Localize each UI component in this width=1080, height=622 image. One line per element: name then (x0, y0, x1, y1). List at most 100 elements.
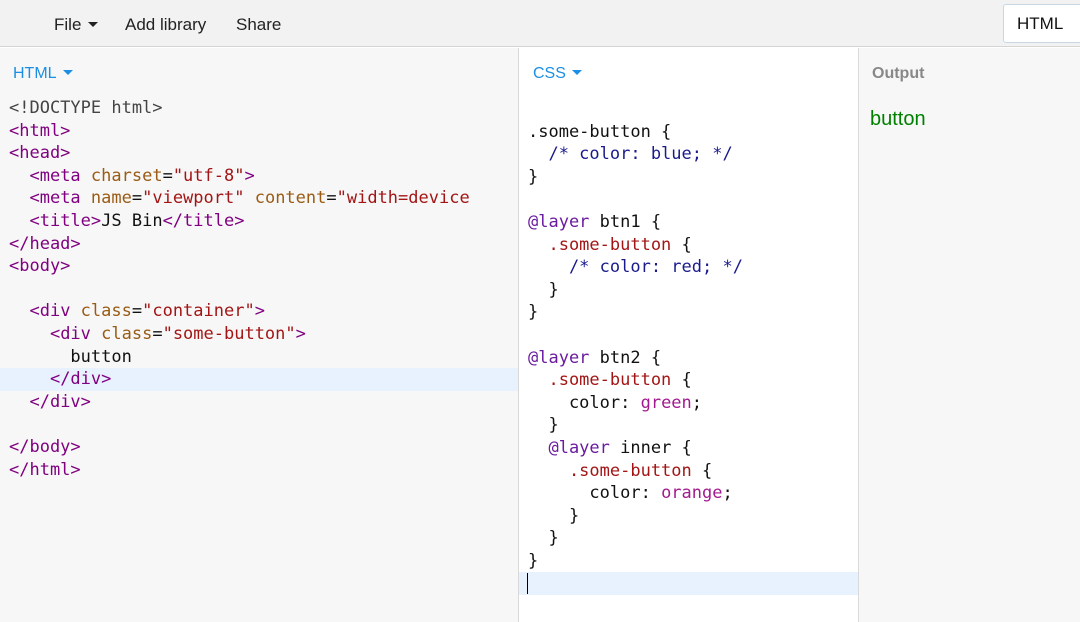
code-line[interactable]: .some-button { (519, 234, 858, 257)
share-button[interactable]: Share (236, 0, 281, 47)
code-line[interactable]: @layer btn1 { (519, 211, 858, 234)
code-line[interactable]: </head> (0, 233, 518, 256)
code-line[interactable]: } (519, 414, 858, 437)
code-token: .some-button (528, 460, 692, 481)
panel-toggle-html[interactable]: HTML (1003, 4, 1080, 43)
code-token: btn2 { (589, 347, 662, 368)
code-token: </title> (162, 210, 245, 231)
html-code-editor[interactable]: <!DOCTYPE html> <html> <head> <meta charse… (0, 97, 518, 481)
code-line[interactable]: color: green; (519, 392, 858, 415)
code-line[interactable]: .some-button { (519, 121, 858, 144)
code-token: { (671, 370, 692, 391)
code-token: } (528, 279, 559, 300)
code-line[interactable]: </body> (0, 436, 518, 459)
toolbar: File Add library Share HTML (0, 0, 1080, 47)
css-panel-label: CSS (533, 65, 566, 82)
css-panel-menu[interactable]: CSS (533, 65, 582, 83)
code-line[interactable]: <body> (0, 255, 518, 278)
code-token: @layer (528, 211, 590, 232)
code-token: <div (49, 323, 102, 344)
code-token: } (528, 505, 580, 526)
code-line[interactable]: </div> (0, 368, 518, 391)
code-token: JS Bin (101, 210, 163, 231)
code-line[interactable] (0, 413, 518, 436)
html-panel: HTML <!DOCTYPE html> <html> <head> <meta c… (0, 48, 519, 622)
code-line[interactable]: </div> (0, 391, 518, 414)
chevron-down-icon (88, 22, 99, 28)
code-line[interactable]: } (519, 166, 858, 189)
output-panel: Output button (859, 48, 1080, 622)
code-token: { (671, 234, 692, 255)
code-line[interactable]: @layer btn2 { (519, 347, 858, 370)
chevron-down-icon (62, 70, 73, 76)
code-line[interactable]: @layer inner { (519, 437, 858, 460)
code-token: "width=device (336, 188, 470, 209)
file-menu[interactable]: File (54, 0, 99, 47)
code-token: "some-button" (162, 323, 296, 344)
add-library-button[interactable]: Add library (125, 0, 206, 47)
css-panel: CSS .some-button { /* color: blue; */} @l… (519, 48, 859, 622)
code-line[interactable]: color: orange; (519, 482, 858, 505)
code-token: ; (691, 392, 703, 413)
code-token: orange (661, 483, 723, 504)
code-token: "container" (142, 301, 255, 322)
code-token: <html> (9, 120, 71, 141)
code-line[interactable]: .some-button { (519, 460, 858, 483)
code-line[interactable]: <meta name="viewport" content="width=dev… (0, 187, 518, 210)
css-code-editor[interactable]: .some-button { /* color: blue; */} @layer… (519, 98, 858, 596)
code-token: class (101, 323, 153, 344)
code-token: color: (528, 392, 641, 413)
code-token: } (528, 528, 559, 549)
code-line[interactable]: <div class="container"> (0, 300, 518, 323)
code-token: > (254, 301, 265, 322)
html-panel-menu[interactable]: HTML (13, 65, 73, 83)
code-token: .some-button { (528, 121, 672, 142)
code-line[interactable]: } (519, 550, 858, 573)
code-token: "utf-8" (172, 165, 245, 186)
code-token: name (90, 188, 132, 209)
code-line[interactable] (519, 572, 858, 596)
code-token: class (80, 301, 132, 322)
code-token: @layer (528, 437, 610, 458)
code-token: <body> (9, 256, 71, 277)
code-line[interactable]: } (519, 279, 858, 302)
text-cursor (527, 573, 528, 595)
code-line[interactable]: /* color: blue; */ (519, 143, 858, 166)
output-rendered-button[interactable]: button (870, 108, 926, 131)
code-token: @layer (528, 347, 590, 368)
code-token: <!DOCTYPE html> (9, 98, 163, 118)
code-token: </head> (9, 233, 81, 254)
code-token: </body> (9, 436, 81, 457)
code-line[interactable]: } (519, 527, 858, 550)
code-line[interactable]: <title>JS Bin</title> (0, 210, 518, 233)
code-line[interactable]: } (519, 505, 858, 528)
code-line[interactable] (519, 98, 858, 121)
code-line[interactable]: .some-button { (519, 369, 858, 392)
code-line[interactable] (519, 188, 858, 211)
code-token: /* color: blue; */ (528, 144, 733, 165)
code-line[interactable]: </html> (0, 459, 518, 482)
code-line[interactable]: <html> (0, 120, 518, 143)
code-line[interactable]: <head> (0, 142, 518, 165)
code-line[interactable] (519, 324, 858, 347)
code-line[interactable]: <!DOCTYPE html> (0, 97, 518, 120)
code-line[interactable]: <div class="some-button"> (0, 323, 518, 346)
code-line[interactable] (0, 278, 518, 301)
code-token: </div> (29, 391, 91, 412)
code-token: > (295, 323, 306, 344)
code-token: content (254, 188, 327, 209)
code-token: } (528, 415, 559, 436)
code-line[interactable]: button (0, 346, 518, 369)
code-token: charset (90, 165, 163, 186)
code-token: = (152, 323, 163, 344)
code-line[interactable]: <meta charset="utf-8"> (0, 165, 518, 188)
code-line[interactable]: /* color: red; */ (519, 256, 858, 279)
code-line[interactable]: } (519, 301, 858, 324)
code-token: <head> (9, 143, 71, 164)
code-token: btn1 { (589, 211, 662, 232)
